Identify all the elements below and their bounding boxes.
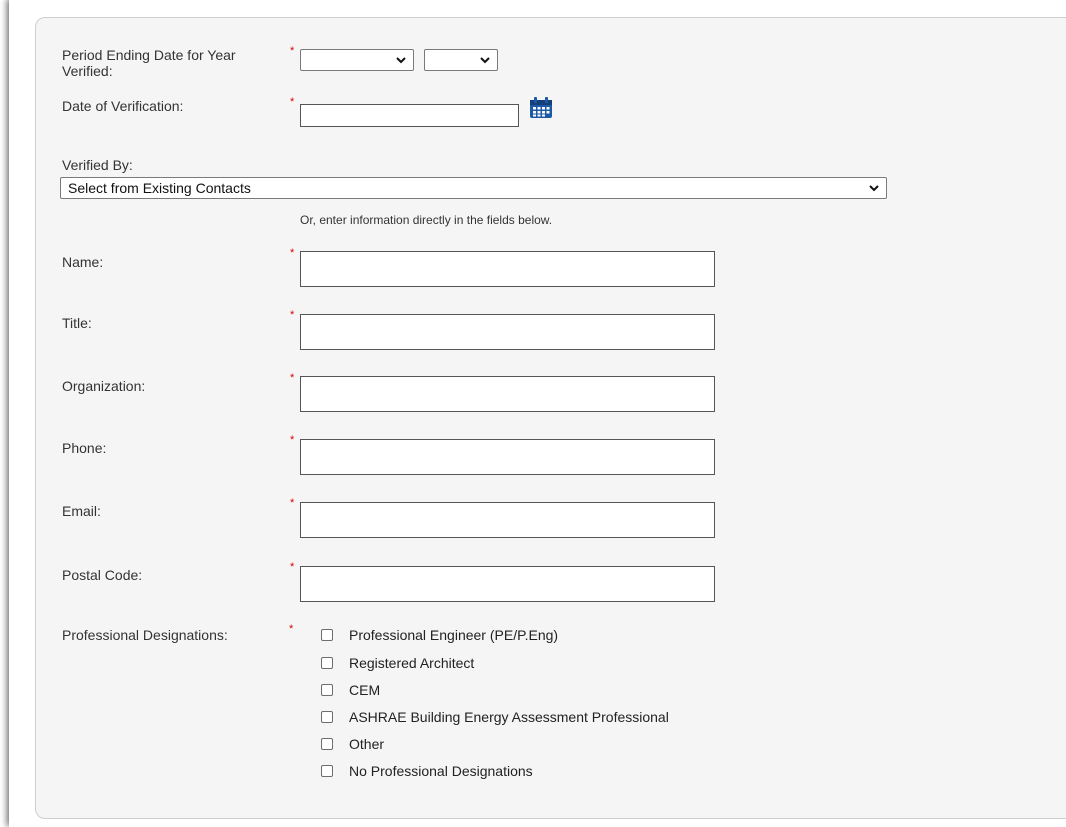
- email-label: Email:: [62, 503, 101, 519]
- existing-contacts-value: Select from Existing Contacts: [68, 180, 251, 196]
- professional-designations-label: Professional Designations:: [62, 627, 228, 643]
- period-month-select[interactable]: [300, 49, 414, 71]
- designation-checkbox[interactable]: [321, 738, 333, 750]
- required-marker: *: [290, 309, 295, 321]
- designation-checkbox[interactable]: [321, 711, 333, 723]
- required-marker: *: [290, 434, 295, 446]
- designation-option[interactable]: No Professional Designations: [321, 761, 533, 781]
- required-marker: *: [289, 623, 294, 635]
- designation-label: ASHRAE Building Energy Assessment Profes…: [349, 709, 669, 725]
- phone-label: Phone:: [62, 440, 107, 456]
- date-of-verification-input[interactable]: [300, 104, 519, 127]
- required-marker: *: [290, 96, 295, 108]
- required-marker: *: [290, 497, 295, 509]
- designation-checkbox[interactable]: [321, 684, 333, 696]
- organization-label: Organization:: [62, 378, 146, 394]
- designation-label: No Professional Designations: [349, 763, 533, 779]
- designation-option[interactable]: CEM: [321, 680, 380, 700]
- designation-label: Registered Architect: [349, 655, 475, 671]
- verification-panel: [35, 17, 1066, 819]
- verified-by-label: Verified By:: [62, 157, 133, 173]
- postal-code-input[interactable]: [300, 566, 715, 602]
- title-input[interactable]: [300, 314, 715, 350]
- designation-checkbox[interactable]: [321, 765, 333, 777]
- designation-option[interactable]: ASHRAE Building Energy Assessment Profes…: [321, 707, 669, 727]
- required-marker: *: [290, 45, 295, 57]
- designation-option[interactable]: Registered Architect: [321, 653, 474, 673]
- name-input[interactable]: [300, 251, 715, 287]
- designation-option[interactable]: Professional Engineer (PE/P.Eng): [321, 625, 558, 645]
- calendar-icon[interactable]: [528, 96, 554, 120]
- designation-label: Professional Engineer (PE/P.Eng): [349, 627, 559, 643]
- organization-input[interactable]: [300, 376, 715, 412]
- postal-code-label: Postal Code:: [62, 567, 143, 583]
- phone-input[interactable]: [300, 439, 715, 475]
- required-marker: *: [290, 561, 295, 573]
- name-label: Name:: [62, 254, 104, 270]
- designation-option[interactable]: Other: [321, 734, 384, 754]
- existing-contacts-select[interactable]: Select from Existing Contacts: [60, 177, 887, 199]
- chevron-down-icon: [480, 57, 490, 64]
- required-marker: *: [290, 372, 295, 384]
- required-marker: *: [290, 247, 295, 259]
- period-year-select[interactable]: [424, 49, 498, 71]
- date-of-verification-label: Date of Verification:: [62, 98, 184, 114]
- title-label: Title:: [62, 315, 92, 331]
- designation-checkbox[interactable]: [321, 657, 333, 669]
- chevron-down-icon: [869, 185, 879, 192]
- direct-entry-hint: Or, enter information directly in the fi…: [300, 213, 553, 227]
- email-input[interactable]: [300, 502, 715, 538]
- designation-label: Other: [349, 736, 385, 752]
- period-ending-label: Period Ending Date for Year Verified:: [62, 47, 236, 79]
- designation-checkbox[interactable]: [321, 629, 333, 641]
- chevron-down-icon: [396, 57, 406, 64]
- designation-label: CEM: [349, 682, 381, 698]
